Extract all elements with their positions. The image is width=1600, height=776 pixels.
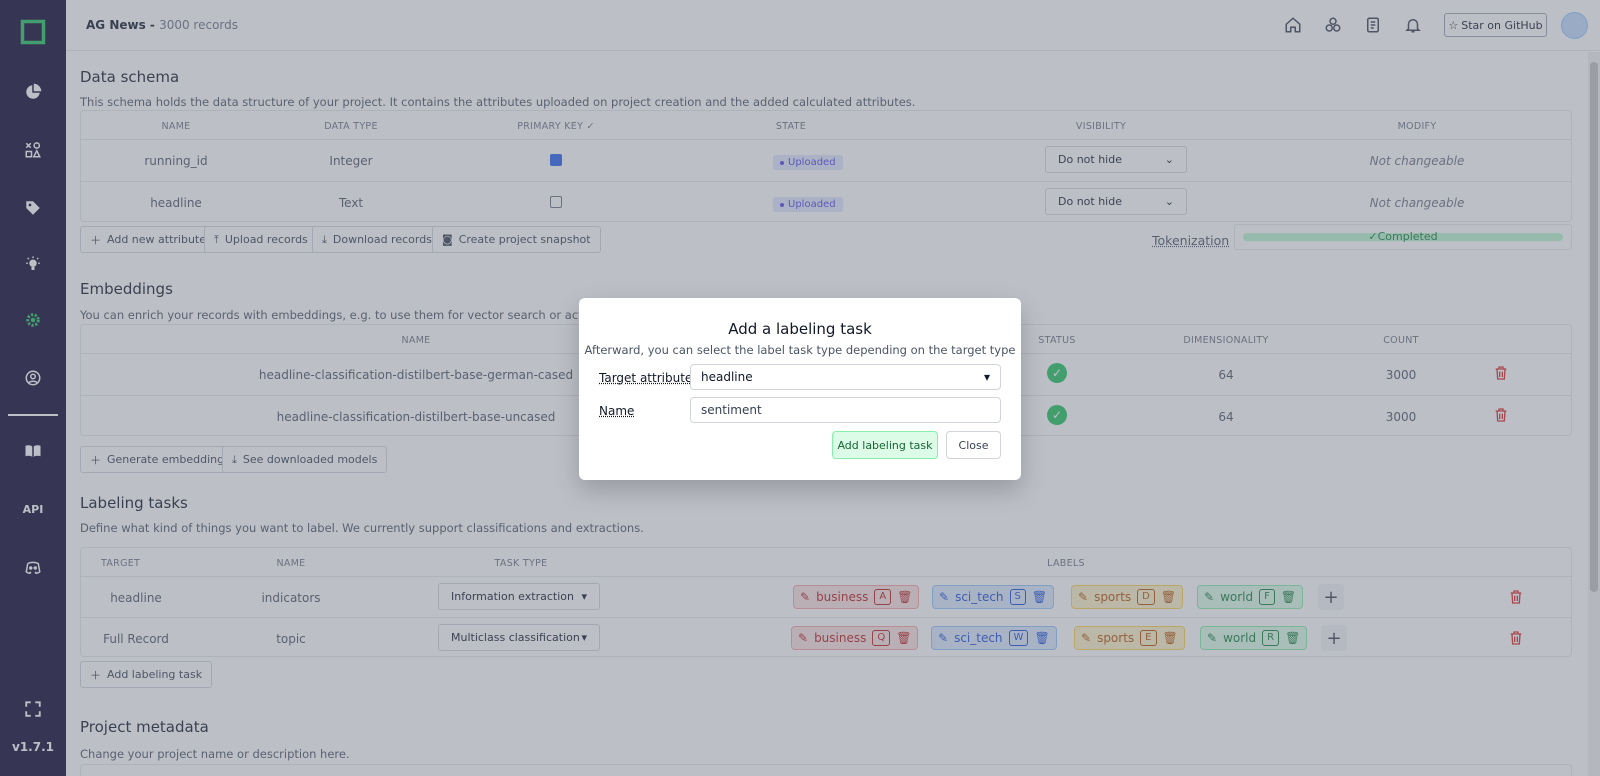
- target-attribute-select[interactable]: headline ▾: [690, 364, 1001, 390]
- caret-down-icon: ▾: [983, 370, 990, 384]
- target-attribute-value: headline: [701, 370, 753, 384]
- close-button[interactable]: Close: [946, 431, 1001, 459]
- name-label: Name: [599, 404, 635, 418]
- add-labeling-task-submit-button[interactable]: Add labeling task: [832, 431, 938, 459]
- name-field[interactable]: [690, 397, 1001, 423]
- add-labeling-task-modal: Add a labeling task Afterward, you can s…: [579, 298, 1021, 480]
- modal-title: Add a labeling task: [728, 320, 872, 338]
- modal-subtitle: Afterward, you can select the label task…: [584, 343, 1016, 357]
- target-attribute-label: Target attribute: [599, 371, 693, 385]
- name-input[interactable]: [701, 403, 990, 417]
